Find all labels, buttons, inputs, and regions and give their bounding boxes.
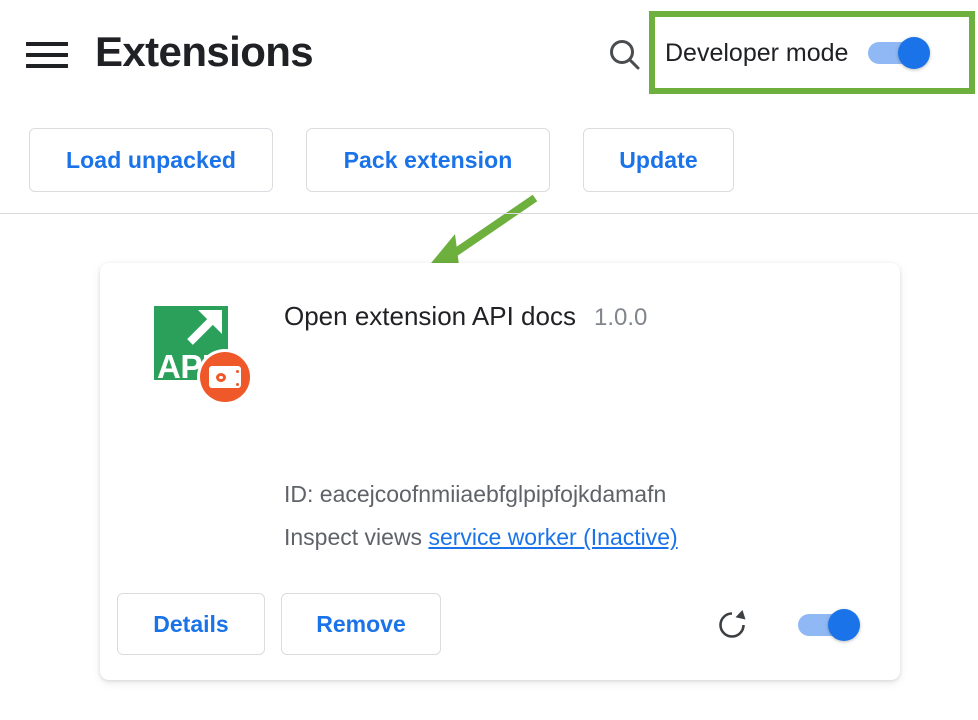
search-icon[interactable] [604, 34, 646, 76]
remove-button[interactable]: Remove [281, 593, 441, 655]
inspect-views-row: Inspect views service worker (Inactive) [284, 516, 678, 559]
extension-enabled-toggle[interactable] [798, 612, 860, 638]
extension-card-footer: Details Remove [100, 570, 900, 680]
extension-title-row: Open extension API docs 1.0.0 [284, 301, 647, 332]
badge-corner-dot [236, 370, 239, 373]
hamburger-menu-icon[interactable] [26, 33, 72, 77]
extension-card[interactable]: API Open extension API docs 1.0.0 ID: ea… [100, 263, 900, 680]
extension-id: ID: eacejcoofnmiiaebfglpipfojkdamafn [284, 473, 678, 516]
unpacked-extension-badge-icon [200, 352, 250, 402]
hamburger-bar [26, 42, 68, 46]
pack-extension-button[interactable]: Pack extension [306, 128, 550, 192]
developer-mode-control[interactable]: Developer mode [665, 30, 930, 76]
developer-mode-label: Developer mode [665, 30, 848, 76]
badge-corner-dot [236, 383, 239, 386]
extension-version: 1.0.0 [594, 304, 647, 332]
developer-mode-toggle[interactable] [868, 40, 930, 66]
app-header: Extensions Developer mode [0, 0, 978, 106]
extension-icon: API [154, 306, 250, 402]
toggle-knob [898, 37, 930, 69]
page-title: Extensions [95, 20, 313, 84]
extension-metadata: ID: eacejcoofnmiiaebfglpipfojkdamafn Ins… [284, 473, 678, 559]
inspect-views-label: Inspect views [284, 524, 422, 550]
arrow-up-right-icon [184, 308, 226, 350]
toggle-knob [828, 609, 860, 641]
reload-icon[interactable] [715, 608, 749, 642]
extension-name: Open extension API docs [284, 301, 576, 332]
service-worker-link[interactable]: service worker (Inactive) [428, 524, 677, 550]
update-button[interactable]: Update [583, 128, 734, 192]
extensions-action-bar: Load unpacked Pack extension Update [0, 128, 978, 194]
badge-package-dot [216, 373, 226, 382]
load-unpacked-button[interactable]: Load unpacked [29, 128, 273, 192]
section-divider [0, 213, 978, 214]
details-button[interactable]: Details [117, 593, 265, 655]
hamburger-bar [26, 64, 68, 68]
hamburger-bar [26, 53, 68, 57]
